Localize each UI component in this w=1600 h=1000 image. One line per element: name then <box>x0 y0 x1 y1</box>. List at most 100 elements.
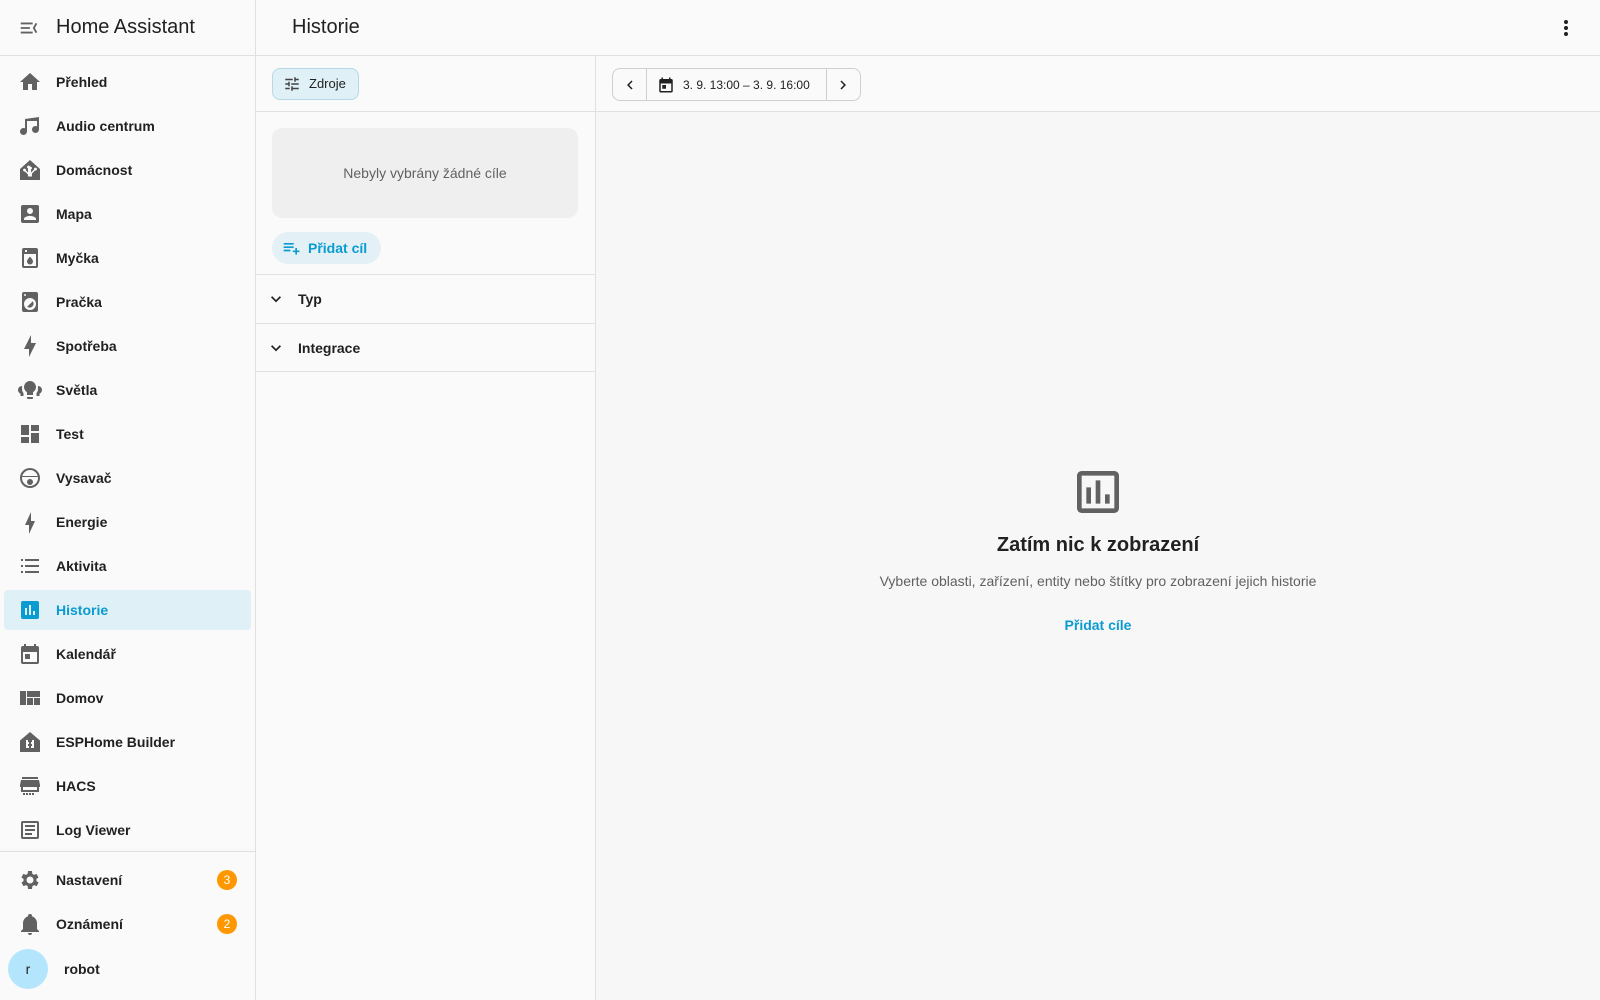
lightning-icon <box>18 510 42 534</box>
sidebar-item-oznameni[interactable]: Oznámení 2 <box>4 904 251 944</box>
sidebar-item-audio-centrum[interactable]: Audio centrum <box>4 106 251 146</box>
empty-state-description: Vyberte oblasti, zařízení, entity nebo š… <box>879 573 1317 589</box>
more-vertical-icon[interactable] <box>1554 16 1578 40</box>
sidebar-item-label: ESPHome Builder <box>56 734 176 750</box>
calendar-icon <box>659 77 673 92</box>
date-bar: 3. 9. 13:00 – 3. 9. 16:00 <box>596 56 1600 112</box>
bell-icon <box>18 912 42 936</box>
date-range-button[interactable]: 3. 9. 13:00 – 3. 9. 16:00 <box>647 69 826 100</box>
format-list-icon <box>18 554 42 578</box>
page-title: Historie <box>292 16 360 38</box>
sidebar-item-label: Energie <box>56 514 108 530</box>
sources-label: Zdroje <box>309 76 346 91</box>
sidebar-item-label: Audio centrum <box>56 118 155 134</box>
view-dashboard-icon <box>18 422 42 446</box>
sidebar-item-label: Nastavení <box>56 872 123 888</box>
sidebar-item-pracka[interactable]: Pračka <box>4 282 251 322</box>
chart-box-outline-icon <box>596 464 1600 520</box>
filter-section-label: Typ <box>298 291 322 307</box>
empty-state-title: Zatím nic k zobrazení <box>996 534 1200 556</box>
sidebar-item-test[interactable]: Test <box>4 414 251 454</box>
chart-box-icon <box>18 598 42 622</box>
sidebar-header: Home Assistant <box>0 0 255 56</box>
sidebar-item-label: Myčka <box>56 250 99 266</box>
sidebar-item-historie[interactable]: Historie <box>4 590 251 630</box>
avatar: r <box>8 949 48 989</box>
lightning-bolt-icon <box>18 334 42 358</box>
sidebar-item-label: Log Viewer <box>56 822 131 838</box>
sidebar-item-nastaveni[interactable]: Nastavení 3 <box>4 860 251 900</box>
top-bar: Historie <box>256 0 1600 56</box>
sidebar-item-mapa[interactable]: Mapa <box>4 194 251 234</box>
chevron-right-icon <box>840 80 847 89</box>
filter-panel: Zdroje Nebyly vybrány žádné cíle Přidat … <box>256 56 596 1000</box>
sidebar-bottom: Nastavení 3 Oznámení 2 <box>0 860 255 948</box>
sidebar: Home Assistant Přehled Audio centrum Dom… <box>0 0 256 1000</box>
date-range-text: 3. 9. 13:00 – 3. 9. 16:00 <box>683 77 810 92</box>
sidebar-item-spotreba[interactable]: Spotřeba <box>4 326 251 366</box>
sidebar-item-label: Spotřeba <box>56 338 117 354</box>
chevron-down-icon <box>271 344 281 351</box>
text-box-icon <box>18 818 42 842</box>
sidebar-item-label: Domov <box>56 690 104 706</box>
sidebar-item-mycka[interactable]: Myčka <box>4 238 251 278</box>
home-assistant-icon <box>18 158 42 182</box>
calendar-icon <box>18 642 42 666</box>
sidebar-item-label: Pračka <box>56 294 102 310</box>
sidebar-divider <box>0 851 255 852</box>
view-quilt-icon <box>18 686 42 710</box>
filter-section-typ[interactable]: Typ <box>256 274 595 323</box>
filter-section-integrace[interactable]: Integrace <box>256 323 595 372</box>
sidebar-item-svetla[interactable]: Světla <box>4 370 251 410</box>
history-content: 3. 9. 13:00 – 3. 9. 16:00 Zatím nic k zo… <box>596 56 1600 1000</box>
menu-collapse-icon[interactable] <box>18 17 40 39</box>
notifications-badge: 2 <box>217 914 237 934</box>
sidebar-item-label: Historie <box>56 602 109 618</box>
sidebar-item-domacnost[interactable]: Domácnost <box>4 150 251 190</box>
sources-button[interactable]: Zdroje <box>272 67 359 100</box>
sidebar-item-kalendar[interactable]: Kalendář <box>4 634 251 674</box>
previous-period-button[interactable] <box>613 69 646 100</box>
sidebar-item-label: Světla <box>56 382 98 398</box>
user-name: robot <box>64 961 100 977</box>
music-note-icon <box>18 114 42 138</box>
empty-state: Zatím nic k zobrazení Vyberte oblasti, z… <box>596 464 1600 635</box>
playlist-plus-icon <box>283 243 300 255</box>
sidebar-item-domov[interactable]: Domov <box>4 678 251 718</box>
chevron-down-icon <box>271 296 281 303</box>
sidebar-item-energie[interactable]: Energie <box>4 502 251 542</box>
no-targets-box: Nebyly vybrány žádné cíle <box>272 128 578 218</box>
dishwasher-icon <box>18 246 42 270</box>
date-range-picker: 3. 9. 13:00 – 3. 9. 16:00 <box>612 68 861 101</box>
no-targets-text: Nebyly vybrány žádné cíle <box>343 165 507 181</box>
account-box-icon <box>18 202 42 226</box>
sidebar-item-log-viewer[interactable]: Log Viewer <box>4 810 251 850</box>
washing-machine-icon <box>18 290 42 314</box>
sidebar-item-label: Vysavač <box>56 470 112 486</box>
sidebar-item-label: Oznámení <box>56 916 123 932</box>
robot-vacuum-icon <box>18 466 42 490</box>
tune-icon <box>285 76 299 91</box>
next-period-button[interactable] <box>827 69 860 100</box>
sidebar-item-prehled[interactable]: Přehled <box>4 62 251 102</box>
lightbulb-group-icon <box>18 378 42 402</box>
sidebar-item-esphome-builder[interactable]: ESPHome Builder <box>4 722 251 762</box>
hacs-store-icon <box>18 774 42 798</box>
sidebar-item-vysavac[interactable]: Vysavač <box>4 458 251 498</box>
sidebar-nav: Přehled Audio centrum Domácnost Mapa Myč… <box>0 62 255 854</box>
sidebar-item-label: Kalendář <box>56 646 116 662</box>
filter-section-label: Integrace <box>298 339 361 356</box>
sidebar-item-label: Aktivita <box>56 558 107 574</box>
sidebar-item-aktivita[interactable]: Aktivita <box>4 546 251 586</box>
sidebar-item-hacs[interactable]: HACS <box>4 766 251 806</box>
settings-badge: 3 <box>217 870 237 890</box>
filter-panel-header: Zdroje <box>256 56 595 112</box>
sidebar-item-label: Test <box>56 426 84 442</box>
add-targets-link[interactable]: Přidat cíle <box>1065 617 1132 633</box>
sidebar-item-label: Přehled <box>56 74 108 90</box>
sidebar-item-label: Domácnost <box>56 162 133 178</box>
chevron-left-icon <box>626 80 633 89</box>
sidebar-item-label: HACS <box>56 778 96 794</box>
user-profile[interactable]: r robot <box>8 949 248 989</box>
add-target-button[interactable]: Přidat cíl <box>272 232 382 264</box>
